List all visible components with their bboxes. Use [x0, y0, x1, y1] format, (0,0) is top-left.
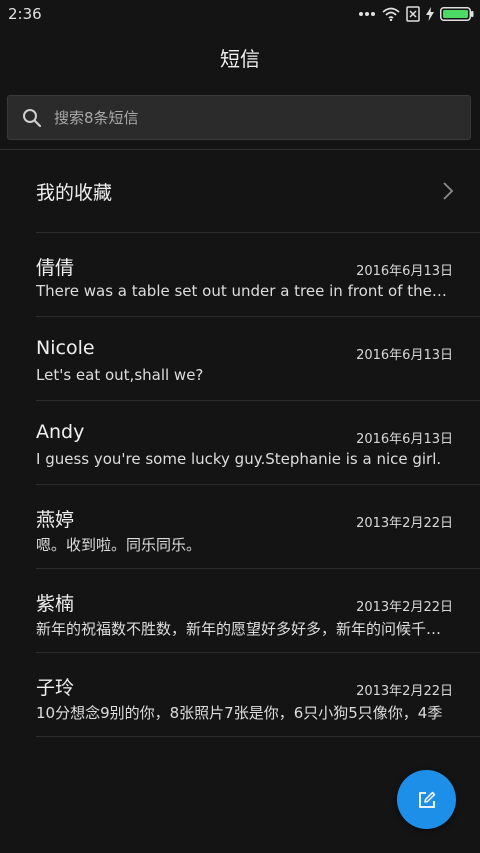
thread-date: 2013年2月22日 [356, 516, 453, 531]
search-box[interactable] [7, 95, 471, 140]
thread-preview: There was a table set out under a tree i… [36, 282, 450, 300]
thread-name: Nicole [36, 337, 95, 359]
row-divider [36, 736, 480, 737]
thread-preview: 10分想念9别的你，8张照片7张是你，6只小狗5只像你，4季 [36, 704, 443, 722]
thread-preview: I guess you're some lucky guy.Stephanie … [36, 450, 442, 468]
thread-name: Andy [36, 421, 85, 443]
thread-date: 2016年6月13日 [356, 348, 453, 363]
thread-row[interactable]: 倩倩 2016年6月13日 There was a table set out … [0, 233, 480, 317]
search-icon [22, 108, 42, 128]
thread-row[interactable]: Andy 2016年6月13日 I guess you're some luck… [0, 401, 480, 485]
chevron-right-icon [442, 181, 454, 201]
thread-preview: 嗯。收到啦。同乐同乐。 [36, 536, 202, 554]
thread-preview: Let's eat out,shall we? [36, 366, 204, 384]
compose-icon [418, 791, 436, 809]
thread-date: 2016年6月13日 [356, 264, 453, 279]
status-time: 2:36 [8, 5, 42, 23]
battery-icon [440, 7, 474, 21]
no-sim-icon [406, 6, 420, 22]
search-input[interactable] [54, 108, 434, 127]
status-icons [358, 5, 474, 23]
favorites-label: 我的收藏 [36, 182, 113, 204]
thread-name: 倩倩 [36, 257, 75, 279]
charging-icon [426, 7, 434, 21]
wifi-icon [382, 7, 400, 21]
status-bar: 2:36 [0, 0, 480, 30]
thread-name: 紫楠 [36, 593, 75, 615]
thread-date: 2013年2月22日 [356, 600, 453, 615]
compose-button[interactable] [397, 770, 456, 829]
thread-preview: 新年的祝福数不胜数，新年的愿望好多好多，新年的问候千千万万 [36, 620, 450, 638]
thread-name: 子玲 [36, 677, 75, 699]
thread-row[interactable]: Nicole 2016年6月13日 Let's eat out,shall we… [0, 317, 480, 401]
more-dots-icon [358, 11, 376, 17]
thread-row[interactable]: 子玲 2013年2月22日 10分想念9别的你，8张照片7张是你，6只小狗5只像… [0, 653, 480, 737]
favorites-row[interactable]: 我的收藏 [0, 150, 480, 233]
thread-date: 2016年6月13日 [356, 432, 453, 447]
title-bar: 短信 [0, 30, 480, 84]
thread-row[interactable]: 紫楠 2013年2月22日 新年的祝福数不胜数，新年的愿望好多好多，新年的问候千… [0, 569, 480, 653]
thread-name: 燕婷 [36, 509, 75, 531]
page-title: 短信 [220, 46, 260, 71]
thread-list: 倩倩 2016年6月13日 There was a table set out … [0, 233, 480, 737]
thread-date: 2013年2月22日 [356, 684, 453, 699]
thread-row[interactable]: 燕婷 2013年2月22日 嗯。收到啦。同乐同乐。 [0, 485, 480, 569]
